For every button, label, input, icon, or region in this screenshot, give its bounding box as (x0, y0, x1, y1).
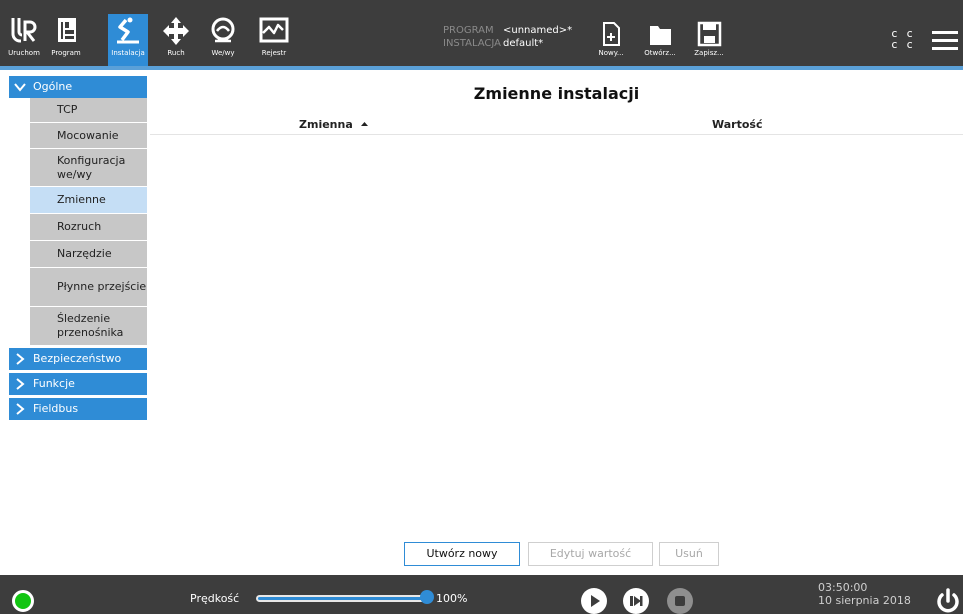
nav-log[interactable]: Rejestr (254, 14, 294, 66)
power-icon[interactable] (934, 587, 962, 614)
cc-row-2: c c (891, 38, 914, 51)
program-value: <unnamed>* (503, 25, 573, 36)
tree-group-features[interactable]: Funkcje (9, 373, 147, 395)
nav-installation[interactable]: Instalacja (108, 14, 148, 66)
new-file-label: Nowy... (598, 49, 624, 57)
move-icon (163, 17, 189, 45)
nav-io-label: We/wy (211, 49, 235, 57)
tree-group-fieldbus[interactable]: Fieldbus (9, 398, 147, 420)
tree-item-label: Rozruch (57, 220, 102, 233)
open-file-label: Otwórz... (644, 49, 676, 57)
edit-value-button[interactable]: Edytuj wartość (528, 542, 653, 566)
sort-ascending-icon (360, 122, 368, 126)
column-header-value-label: Wartość (712, 118, 763, 131)
ur-logo-icon (11, 18, 37, 43)
nav-program[interactable]: Program (46, 14, 86, 66)
speed-slider-handle[interactable] (420, 590, 434, 604)
tree-item-startup[interactable]: Rozruch (30, 214, 147, 241)
log-icon (259, 17, 289, 43)
tree-item-label: Płynne przejście (57, 280, 147, 293)
delete-button[interactable]: Usuń (659, 542, 719, 566)
chevron-down-icon (14, 83, 26, 92)
tree-item-smooth-transition[interactable]: Płynne przejście (30, 268, 147, 307)
column-header-variable-label: Zmienna (299, 118, 353, 131)
tree-item-conveyor-tracking[interactable]: Śledzenie przenośnika (30, 307, 147, 346)
chevron-right-icon (16, 353, 25, 365)
tree-group-general-label: Ogólne (33, 80, 73, 93)
tree-item-label: TCP (57, 103, 78, 116)
nav-program-label: Program (51, 49, 81, 57)
step-button[interactable] (623, 588, 649, 614)
clock: 03:50:00 10 sierpnia 2018 (818, 581, 911, 607)
step-icon (630, 596, 643, 606)
program-icon (58, 18, 76, 42)
program-info: PROGRAM <unnamed>* INSTALACJA default* (443, 24, 572, 50)
installation-icon (117, 17, 139, 44)
folder-icon (650, 26, 671, 45)
tree-item-tcp[interactable]: TCP (30, 98, 147, 123)
column-header-value[interactable]: Wartość (712, 118, 762, 131)
tree-item-label: Konfiguracja we/wy (57, 153, 126, 181)
program-key: PROGRAM (443, 25, 494, 36)
table-header-divider (150, 134, 963, 135)
tree-item-io-setup[interactable]: Konfiguracja we/wy (30, 149, 147, 187)
nav-run-label: Uruchom (8, 49, 40, 57)
clock-time: 03:50:00 (818, 581, 868, 594)
save-file-label: Zapisz... (694, 49, 724, 57)
tree-item-label: Narzędzie (57, 247, 112, 260)
page-title: Zmienne instalacji (473, 84, 640, 103)
chevron-right-icon (16, 378, 25, 390)
tree-group-safety-label: Bezpieczeństwo (33, 352, 122, 365)
save-file-button[interactable]: Zapisz... (689, 20, 729, 64)
column-header-variable[interactable]: Zmienna (299, 118, 369, 131)
nav-installation-label: Instalacja (111, 49, 145, 57)
nav-log-label: Rejestr (261, 49, 287, 57)
save-icon (697, 21, 722, 47)
io-icon (211, 17, 235, 43)
robot-status-light[interactable] (12, 590, 34, 612)
chevron-right-icon (16, 403, 25, 415)
tree-item-label: Śledzenie przenośnika (57, 312, 124, 339)
new-file-icon (603, 22, 620, 46)
bottom-bar: Prędkość 100% 03:50:00 10 sierpnia 2018 (0, 575, 963, 614)
create-new-button[interactable]: Utwórz nowy (404, 542, 520, 566)
tree-item-mounting[interactable]: Mocowanie (30, 123, 147, 149)
tree-item-label: Mocowanie (57, 128, 119, 142)
installation-tree: Ogólne TCP Mocowanie Konfiguracja we/wy … (9, 76, 147, 423)
tree-group-general[interactable]: Ogólne (9, 76, 147, 98)
tree-item-label: Zmienne (57, 193, 106, 206)
nav-io[interactable]: We/wy (203, 14, 243, 66)
hamburger-menu-icon[interactable] (932, 30, 958, 52)
new-file-button[interactable]: Nowy... (591, 20, 631, 64)
top-bar-accent (0, 66, 963, 70)
tree-group-safety[interactable]: Bezpieczeństwo (9, 348, 147, 370)
cc-indicator: c c c c (891, 28, 914, 50)
play-icon (591, 595, 600, 607)
tree-item-tool[interactable]: Narzędzie (30, 241, 147, 268)
speed-slider-fill (258, 597, 428, 600)
tree-group-features-label: Funkcje (33, 377, 75, 390)
stop-button[interactable] (667, 588, 693, 614)
nav-move-label: Ruch (167, 49, 185, 57)
play-button[interactable] (581, 588, 607, 614)
nav-move[interactable]: Ruch (156, 14, 196, 66)
installation-key: INSTALACJA (443, 38, 502, 49)
tree-group-fieldbus-label: Fieldbus (33, 402, 79, 415)
clock-date: 10 sierpnia 2018 (818, 594, 911, 607)
nav-run[interactable]: Uruchom (4, 14, 44, 66)
open-file-button[interactable]: Otwórz... (640, 20, 680, 64)
speed-value: 100% (436, 592, 468, 605)
stop-icon (675, 596, 685, 606)
speed-label: Prędkość (190, 592, 240, 605)
tree-item-variables[interactable]: Zmienne (30, 187, 147, 214)
installation-value: default* (503, 38, 544, 49)
